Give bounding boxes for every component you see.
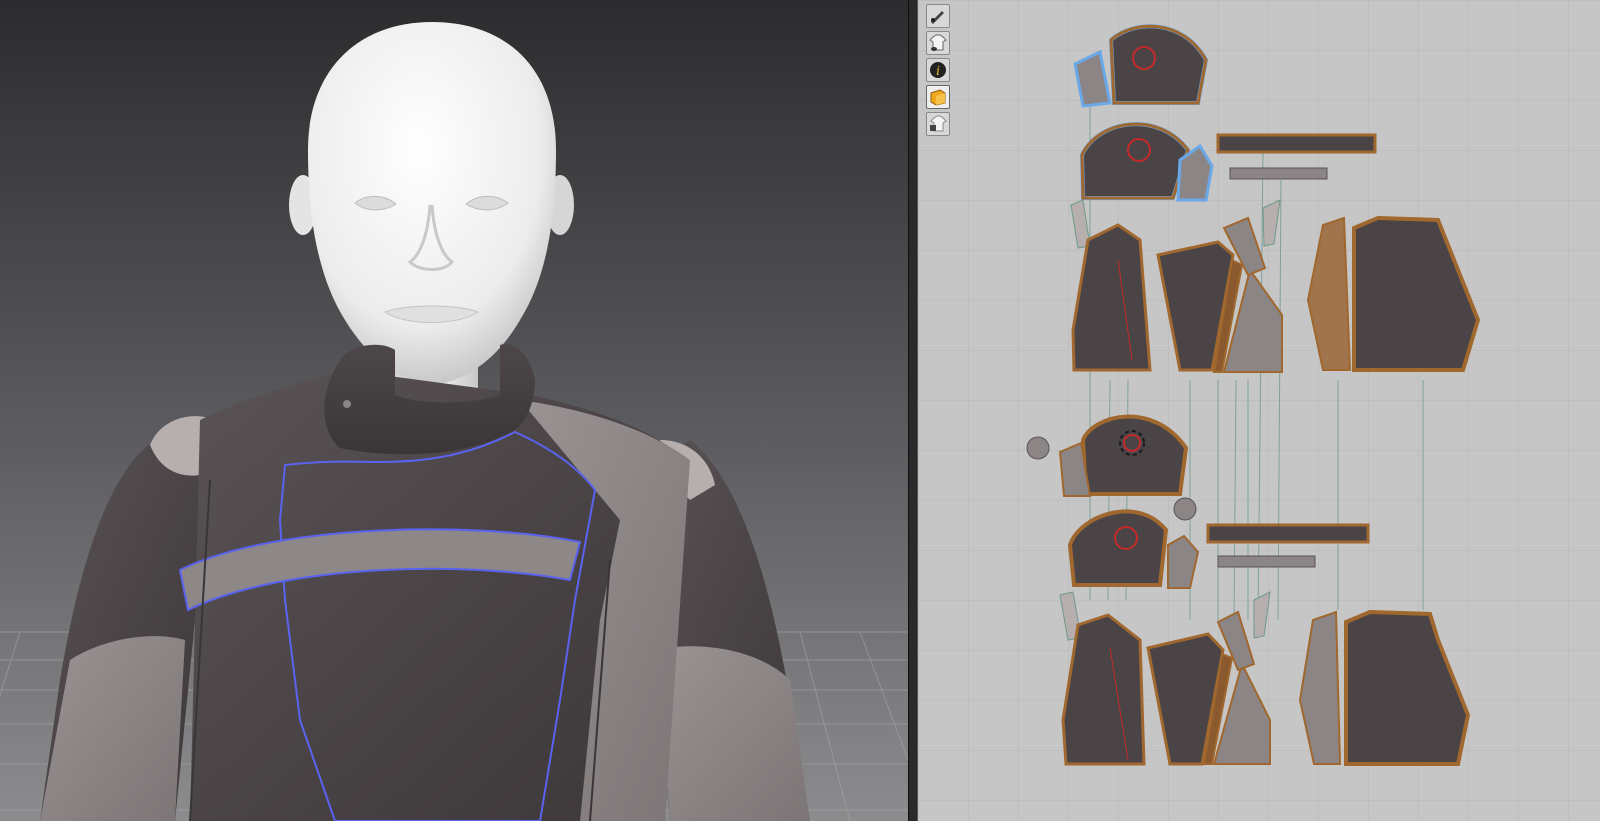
lock-garment-icon[interactable] [926,112,950,136]
front-panel-left-lower [1061,613,1146,766]
pattern-piece[interactable] [1079,122,1191,200]
info-icon[interactable]: i [926,58,950,82]
cuff-strip-2[interactable] [1206,523,1370,544]
3d-scene[interactable] [0,0,908,821]
svg-text:i: i [936,64,940,78]
cuff-band-2[interactable] [1217,555,1316,568]
edit-pattern-icon[interactable] [926,4,950,28]
pin-handle[interactable] [1026,436,1050,460]
viewport-splitter[interactable] [908,0,918,821]
pattern-toolbar: i [926,4,952,136]
texture-icon[interactable] [926,85,950,109]
pattern-canvas[interactable] [918,0,1600,821]
pin-handle[interactable] [1173,497,1197,521]
cuff-band-1[interactable] [1229,167,1328,180]
collar-snap [343,400,351,408]
2d-pattern-viewport[interactable]: i [918,0,1600,821]
3d-viewport[interactable] [0,0,908,821]
show-garment-icon[interactable] [926,31,950,55]
cuff-strip-1[interactable] [1216,133,1377,154]
